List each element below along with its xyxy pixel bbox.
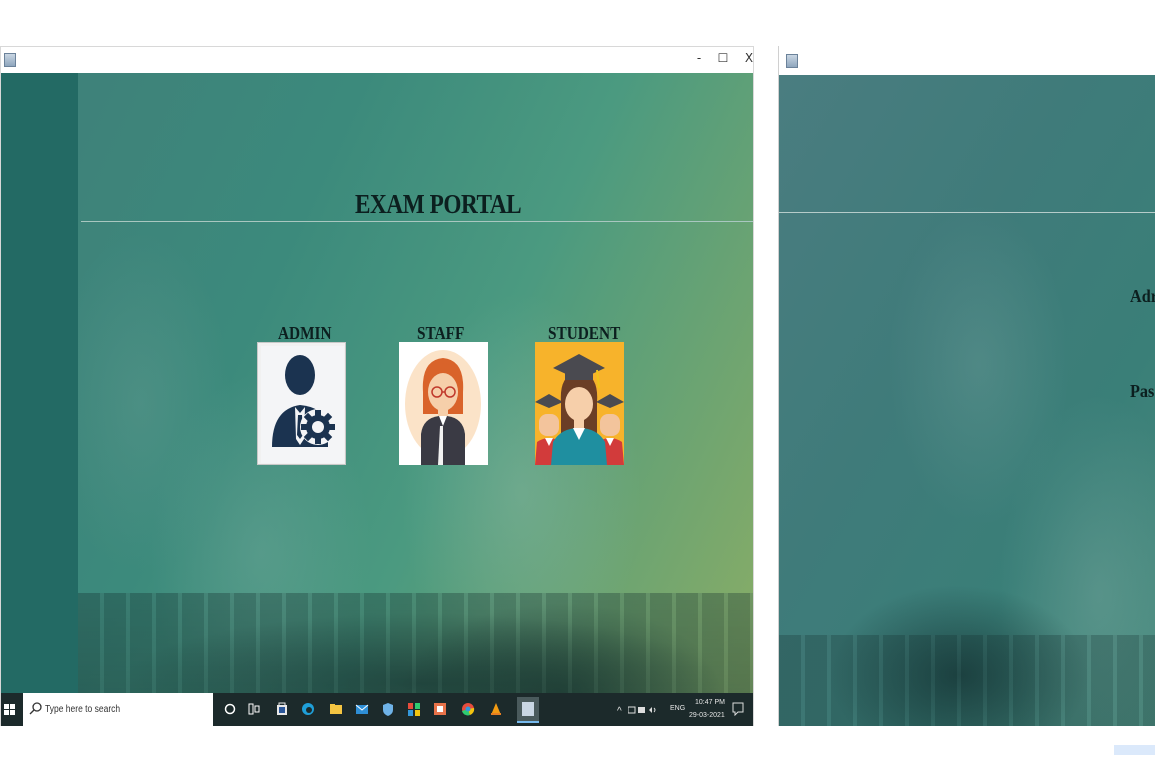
language-indicator[interactable]: ENG [670, 705, 685, 712]
java-app-icon [4, 53, 16, 67]
colorful-app-icon[interactable] [407, 701, 421, 717]
maximize-button[interactable]: ☐ [715, 51, 731, 65]
chrome-icon[interactable] [461, 701, 475, 717]
staff-button[interactable] [399, 342, 488, 465]
login-content: Adr Pas [779, 75, 1155, 726]
taskbar-search-input[interactable]: Type here to search [23, 693, 213, 726]
login-window: Adr Pas [778, 46, 1155, 726]
windows-start-icon[interactable] [4, 704, 15, 715]
tray-overflow-chevron[interactable]: ^ [617, 706, 622, 717]
student-graduates-icon [535, 342, 624, 465]
office-app-icon[interactable] [433, 701, 447, 717]
notification-icon[interactable] [732, 702, 744, 716]
admin-button[interactable] [257, 342, 346, 465]
clock-date[interactable]: 29-03-2021 [689, 712, 725, 719]
exam-portal-window: - ☐ X EXAM PORTAL ADMIN STAFF STUDENT Ty… [0, 46, 754, 726]
password-label: Pas [1130, 381, 1155, 401]
portal-content: EXAM PORTAL ADMIN STAFF STUDENT [1, 73, 753, 693]
cortana-icon[interactable] [223, 701, 237, 717]
store-icon[interactable] [275, 701, 289, 717]
login-window-titlebar[interactable] [779, 46, 1155, 75]
security-shield-icon[interactable] [381, 701, 395, 717]
close-button[interactable]: X [741, 51, 757, 65]
clock-time[interactable]: 10:47 PM [695, 699, 725, 706]
window-titlebar[interactable]: - ☐ X [1, 47, 753, 73]
title-divider [81, 221, 753, 222]
edge-browser-icon[interactable] [301, 701, 315, 717]
search-placeholder: Type here to search [45, 704, 121, 715]
sidebar-panel [1, 73, 78, 693]
student-button[interactable] [535, 342, 624, 465]
mail-icon[interactable] [355, 701, 369, 717]
header-divider [779, 212, 1155, 213]
staff-woman-icon [399, 342, 488, 465]
admin-user-gear-icon [261, 346, 344, 463]
background-keyboard-image [779, 635, 1155, 726]
minimize-button[interactable]: - [691, 51, 707, 65]
task-view-icon[interactable] [247, 701, 261, 717]
file-explorer-icon[interactable] [329, 701, 343, 717]
vlc-icon[interactable] [489, 701, 503, 717]
admin-label: ADMIN [278, 323, 332, 343]
staff-label: STAFF [417, 323, 465, 343]
admin-id-label: Adr [1130, 286, 1155, 306]
student-label: STUDENT [548, 323, 621, 343]
search-icon [29, 702, 42, 715]
background-keyboard-image [78, 593, 753, 693]
windows-taskbar: Type here to search ^ ENG 10:47 PM 29-03… [1, 693, 753, 726]
java-app-icon [786, 54, 798, 68]
page-title: EXAM PORTAL [355, 189, 522, 219]
system-tray-icons[interactable] [628, 705, 660, 715]
java-app-taskbar-icon[interactable] [517, 697, 539, 723]
corner-highlight [1114, 745, 1155, 755]
